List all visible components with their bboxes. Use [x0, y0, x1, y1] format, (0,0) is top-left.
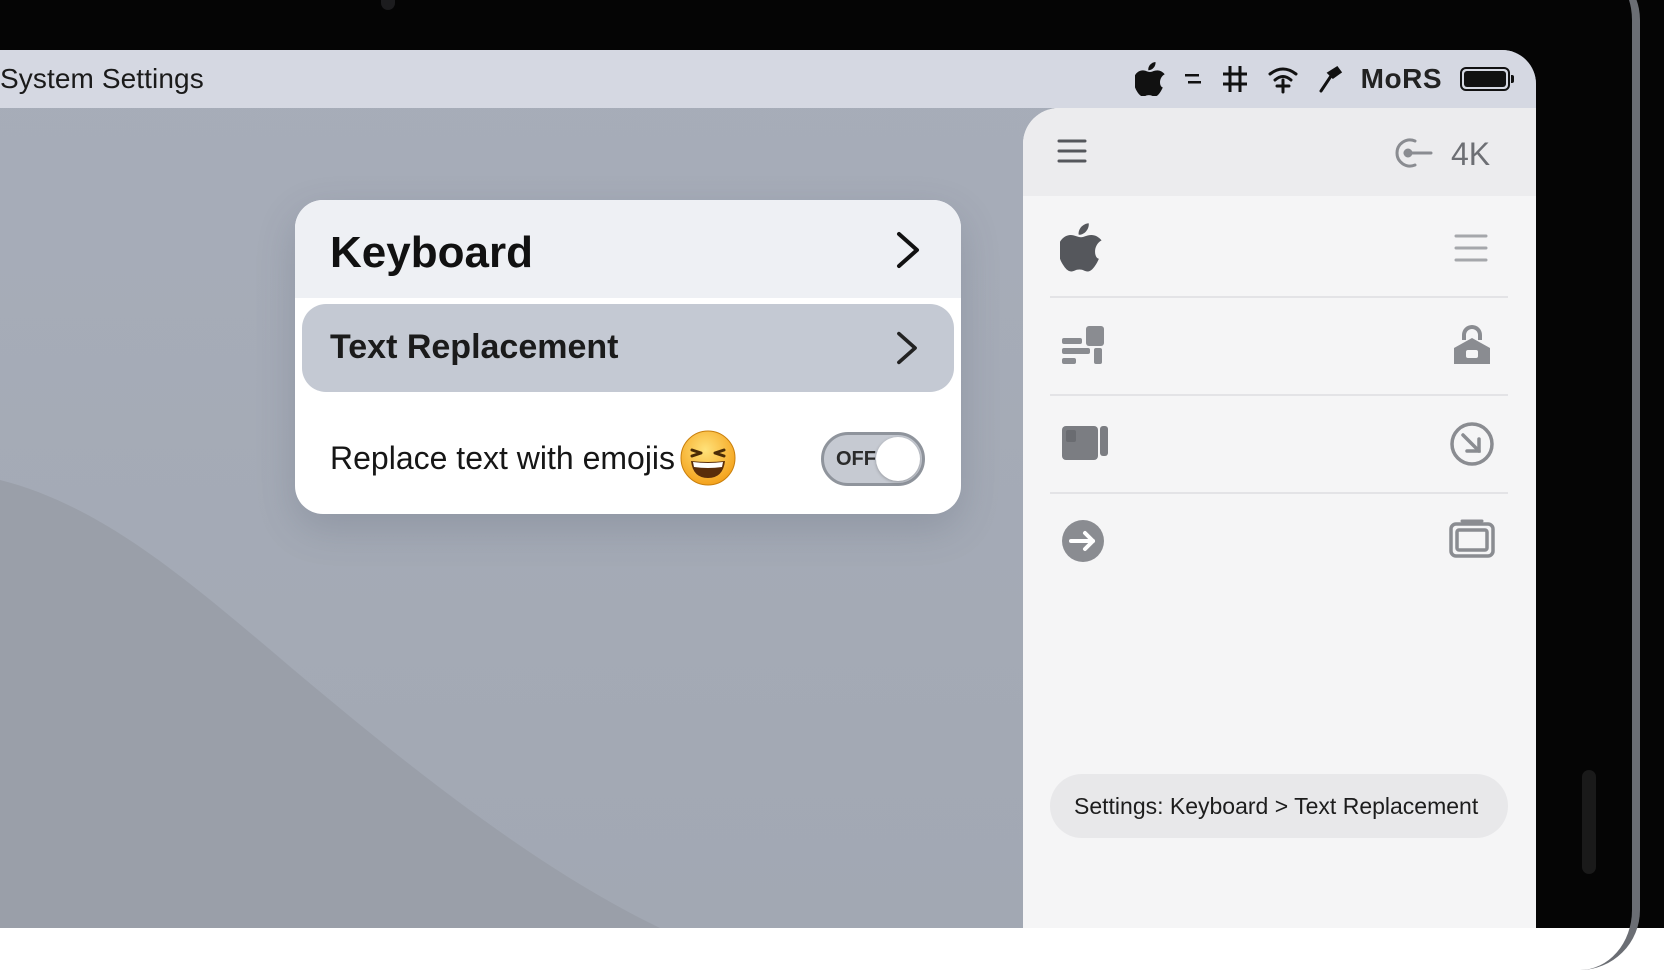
stack-bars-icon [1062, 326, 1104, 364]
arrow-circle-icon [1450, 422, 1494, 466]
replace-emojis-label: Replace text with emojis [330, 440, 676, 476]
battery-icon[interactable] [1460, 67, 1514, 91]
status-breadcrumb-text: Settings: Keyboard > Text Replacement [1074, 793, 1479, 819]
pen-icon[interactable] [1317, 64, 1343, 94]
menubar-status-area: MoRS [1134, 60, 1514, 98]
control-center-icon[interactable] [1183, 72, 1203, 86]
panel-row[interactable] [1050, 200, 1508, 298]
panel-row[interactable] [1050, 396, 1508, 494]
list-icon [1454, 234, 1488, 262]
side-panel: 4K Settings: Keyboard > Text Replacement [1023, 108, 1536, 928]
menubar-app-title[interactable]: System Settings [0, 63, 204, 95]
apple-logo-icon[interactable] [1134, 62, 1165, 96]
settings-popup: Keyboard Text Replacement Replace text w… [295, 200, 961, 514]
hash-icon[interactable] [1221, 64, 1249, 94]
screen: System Settings MoRS Keyboard Text Repla… [0, 50, 1536, 928]
text-replacement-row[interactable]: Text Replacement [302, 304, 954, 392]
power-key-icon[interactable] [1391, 136, 1433, 170]
hamburger-menu-icon[interactable] [1057, 138, 1087, 164]
display-icon [1449, 519, 1495, 558]
keyboard-row[interactable]: Keyboard [295, 200, 961, 298]
chevron-right-icon [897, 331, 917, 365]
chevron-right-icon [897, 232, 919, 268]
lock-house-icon [1454, 325, 1490, 364]
resolution-badge: 4K [1451, 136, 1491, 172]
apple-logo-icon [1060, 223, 1102, 272]
grinning-emoji-icon [680, 430, 736, 486]
toggle-state-label: OFF [836, 448, 876, 470]
keyboard-row-label: Keyboard [330, 228, 533, 277]
panel-row[interactable] [1050, 298, 1508, 396]
window-split-icon [1062, 426, 1108, 460]
wifi-icon[interactable] [1267, 64, 1299, 94]
menubar-status-text[interactable]: MoRS [1361, 63, 1442, 95]
status-breadcrumb: Settings: Keyboard > Text Replacement [1050, 774, 1508, 838]
device-side-slot [1582, 770, 1596, 874]
arrow-right-circle-icon [1062, 520, 1104, 562]
panel-header: 4K [1023, 108, 1536, 196]
toggle-knob [876, 437, 920, 481]
replace-emojis-row: Replace text with emojis OFF [295, 400, 961, 514]
emoji-toggle-switch[interactable]: OFF [821, 432, 925, 486]
menu-bar: System Settings MoRS [0, 50, 1536, 108]
text-replacement-label: Text Replacement [330, 328, 619, 366]
panel-row[interactable] [1050, 494, 1508, 590]
